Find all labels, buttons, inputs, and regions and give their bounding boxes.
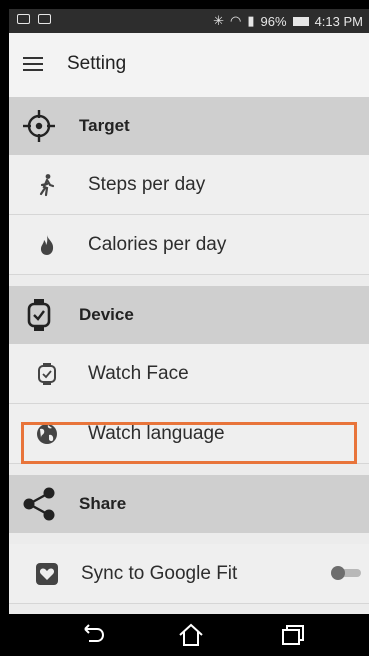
recents-icon[interactable] xyxy=(279,622,307,648)
list-item-watch-face[interactable]: Watch Face xyxy=(9,344,369,404)
section-share: Share xyxy=(9,475,369,533)
smartwatch-icon xyxy=(27,299,51,331)
list-item-calories-per-day[interactable]: Calories per day xyxy=(9,215,369,275)
section-target: Target xyxy=(9,97,369,155)
settings-screen: ✳ ◠ ▮ 96% 4:13 PM Setting Target Steps p… xyxy=(9,9,369,656)
list-item-label: Steps per day xyxy=(88,174,206,195)
walking-person-icon xyxy=(39,174,55,197)
list-item-label: Watch Face xyxy=(88,363,189,384)
list-item-steps-per-day[interactable]: Steps per day xyxy=(9,155,369,215)
sync-google-fit-toggle[interactable] xyxy=(331,566,361,580)
clock: 4:13 PM xyxy=(314,13,363,29)
back-icon[interactable] xyxy=(79,622,107,648)
menu-icon[interactable] xyxy=(23,55,45,73)
target-crosshair-icon xyxy=(23,110,55,142)
page-title: Setting xyxy=(67,53,127,74)
status-bar: ✳ ◠ ▮ 96% 4:13 PM xyxy=(9,9,369,33)
list-item-watch-language[interactable]: Watch language xyxy=(9,404,369,464)
home-icon[interactable] xyxy=(177,622,205,648)
battery-saver-icon: ▮ xyxy=(247,13,255,28)
globe-icon xyxy=(37,424,57,444)
google-fit-heart-icon xyxy=(36,563,58,585)
section-target-label: Target xyxy=(79,116,130,135)
list-item-label: Watch language xyxy=(88,423,225,444)
app-bar: Setting xyxy=(9,33,369,97)
watch-outline-icon xyxy=(38,363,56,385)
wifi-icon: ◠ xyxy=(230,13,242,28)
list-item-sync-google-fit[interactable]: Sync to Google Fit xyxy=(9,544,369,604)
notification-app-icon xyxy=(38,14,51,24)
navigation-bar xyxy=(9,614,369,656)
flame-icon xyxy=(40,235,54,255)
share-icon xyxy=(23,487,55,521)
bluetooth-icon: ✳ xyxy=(213,13,225,28)
list-item-label: Calories per day xyxy=(88,234,227,255)
list-item-label: Sync to Google Fit xyxy=(81,563,238,584)
section-device-label: Device xyxy=(79,305,134,324)
section-share-label: Share xyxy=(79,494,127,513)
battery-icon xyxy=(292,16,309,26)
section-device: Device xyxy=(9,286,369,344)
notification-image-icon xyxy=(17,14,30,24)
battery-percent: 96% xyxy=(260,13,287,29)
